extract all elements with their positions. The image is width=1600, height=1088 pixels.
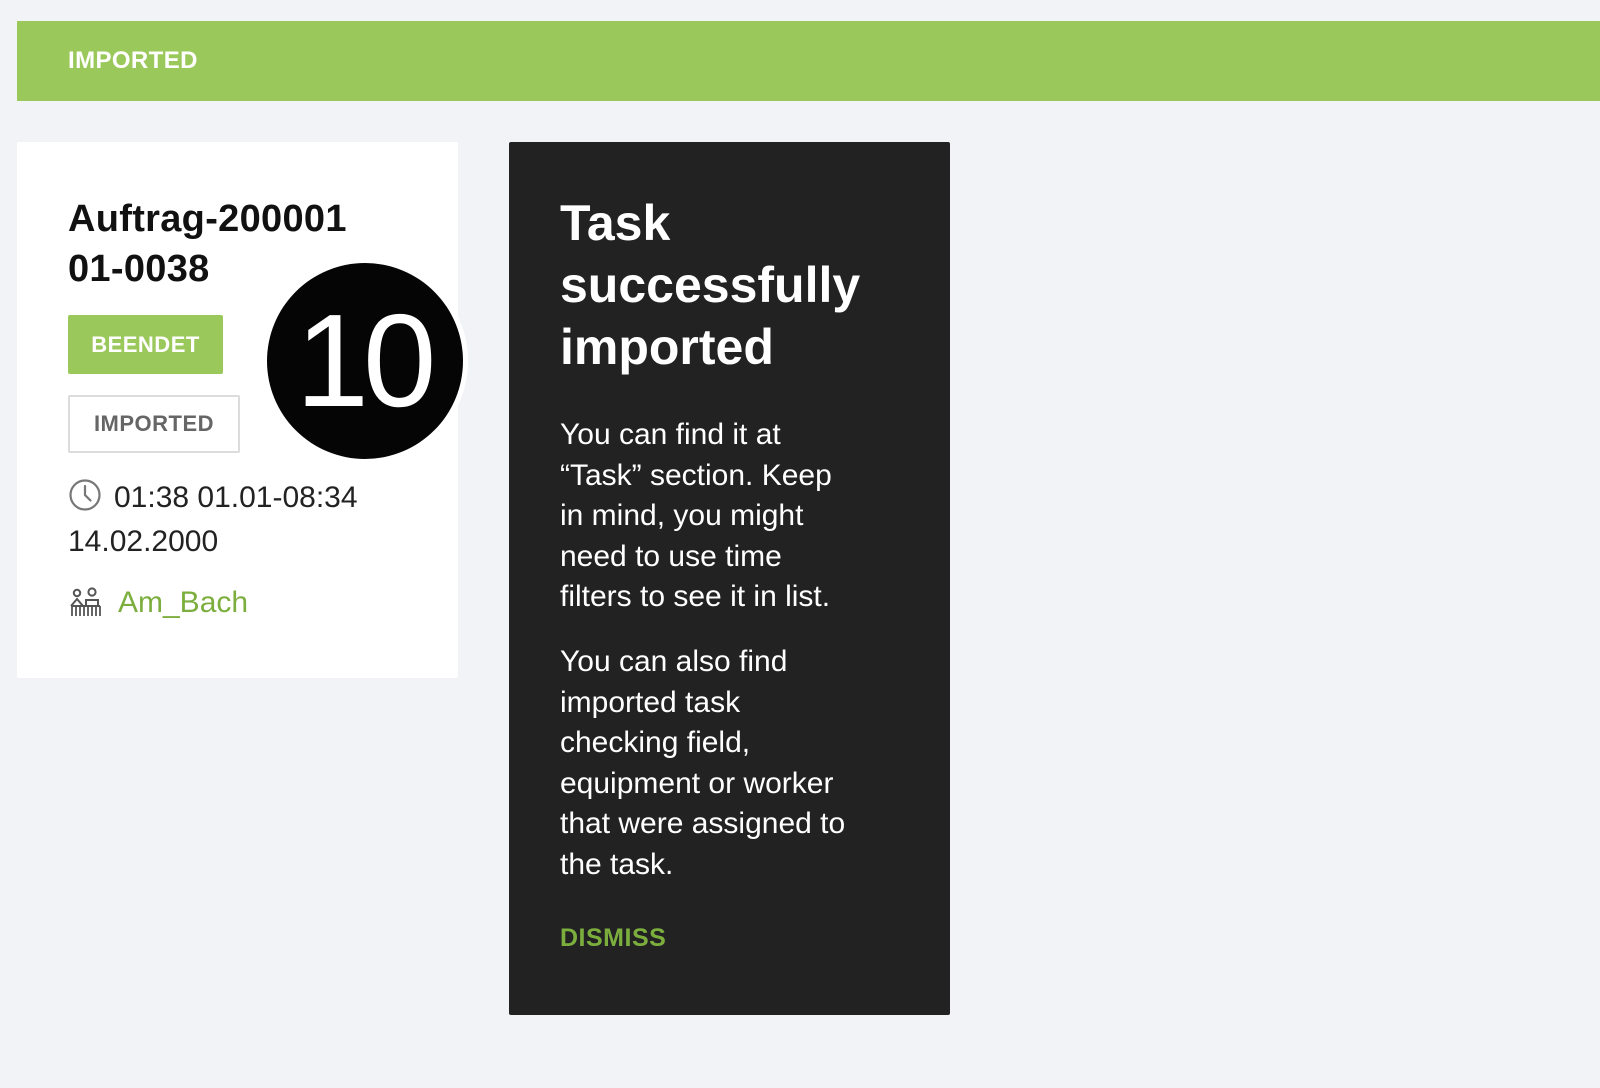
status-banner: IMPORTED — [17, 21, 1600, 101]
step-number-badge: 10 — [267, 263, 463, 459]
popover-paragraph-1: You can find it at “Task” section. Keep … — [560, 418, 832, 613]
field-people-icon — [70, 587, 101, 616]
popover-title: Task successfully imported — [560, 195, 861, 375]
source-chip: IMPORTED — [68, 395, 240, 453]
dismiss-button[interactable]: DISMISS — [560, 924, 666, 953]
clock-icon — [69, 479, 101, 511]
field-row[interactable]: Am_Bach — [68, 586, 248, 620]
status-banner-label: IMPORTED — [68, 47, 198, 74]
popover-paragraph-2: You can also find imported task checking… — [560, 645, 846, 881]
field-link[interactable]: Am_Bach — [118, 586, 248, 620]
time-range: 01:38 01.01-08:34 14.02.2000 — [68, 481, 358, 558]
time-row: 01:38 01.01-08:34 14.02.2000 — [68, 476, 448, 564]
status-chip: BEENDET — [68, 315, 223, 374]
import-success-popover: Task successfully imported You can find … — [509, 142, 950, 1015]
